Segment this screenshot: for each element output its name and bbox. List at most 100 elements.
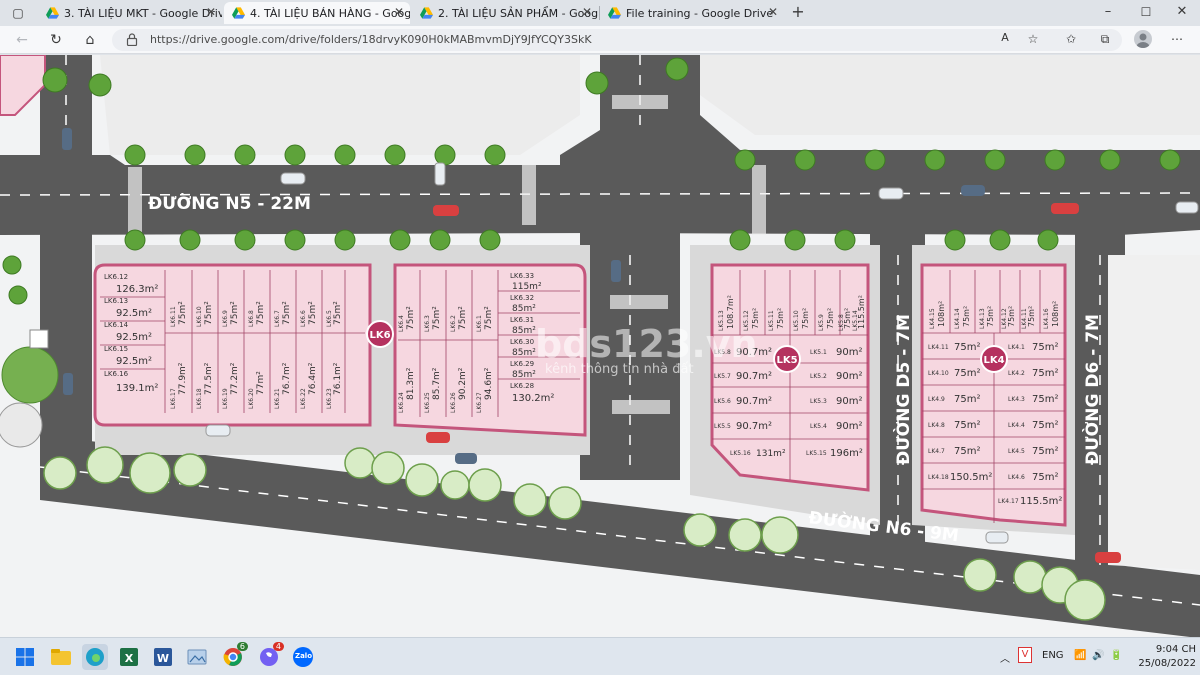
svg-text:LK4.7: LK4.7 xyxy=(928,448,945,455)
close-tab-icon[interactable]: ✕ xyxy=(206,5,216,19)
close-window-button[interactable]: ✕ xyxy=(1172,2,1192,22)
svg-text:LK6.23: LK6.23 xyxy=(326,388,333,409)
svg-text:LK5.6: LK5.6 xyxy=(714,398,731,405)
svg-text:LK6.3: LK6.3 xyxy=(424,315,431,332)
svg-text:LK6.14: LK6.14 xyxy=(104,321,129,329)
svg-text:75m²: 75m² xyxy=(801,308,810,329)
svg-text:LK4.12: LK4.12 xyxy=(1001,308,1008,329)
close-tab-icon[interactable]: ✕ xyxy=(768,5,778,19)
battery-icon[interactable]: 🔋 xyxy=(1110,650,1122,661)
badge-lk5: LK5 xyxy=(776,355,797,366)
word-icon[interactable]: W xyxy=(150,644,176,670)
svg-text:75m²: 75m² xyxy=(1032,446,1058,457)
svg-text:75m²: 75m² xyxy=(1032,472,1058,483)
avatar[interactable] xyxy=(1134,30,1152,48)
clock-time: 9:04 CH xyxy=(1155,644,1196,655)
windows-start-icon[interactable] xyxy=(12,644,38,670)
svg-text:LK6.33: LK6.33 xyxy=(510,272,534,280)
road-label-d5: ĐƯỜNG D5 - 7M xyxy=(892,314,914,465)
read-aloud-icon[interactable]: A xyxy=(996,29,1014,47)
more-menu-icon[interactable]: ⋯ xyxy=(1168,30,1186,48)
svg-text:W: W xyxy=(157,652,169,665)
maximize-button[interactable]: ☐ xyxy=(1136,2,1156,22)
svg-text:LK6.26: LK6.26 xyxy=(450,392,457,413)
minimize-button[interactable]: – xyxy=(1098,2,1118,22)
refresh-icon[interactable]: ↻ xyxy=(46,30,66,50)
svg-text:77m²: 77m² xyxy=(256,371,266,395)
svg-text:131m²: 131m² xyxy=(756,449,786,459)
favorite-star-icon[interactable]: ☆ xyxy=(1024,30,1042,48)
clock-date: 25/08/2022 xyxy=(1138,658,1196,669)
svg-text:X: X xyxy=(125,652,134,665)
svg-text:90.2m²: 90.2m² xyxy=(458,367,468,400)
file-explorer-icon[interactable] xyxy=(48,644,74,670)
svg-text:LK4.11: LK4.11 xyxy=(928,344,949,351)
svg-text:75m²: 75m² xyxy=(333,301,343,325)
svg-text:LK5.2: LK5.2 xyxy=(810,373,827,380)
favorites-icon[interactable]: ✩ xyxy=(1062,30,1080,48)
zalo-icon[interactable]: Zalo xyxy=(290,644,316,670)
tab-file-training[interactable]: File training - Google Drive ✕ xyxy=(600,2,784,24)
tab-actions-icon[interactable]: ▢ xyxy=(8,3,28,23)
svg-text:LK6.13: LK6.13 xyxy=(104,297,128,305)
road-label-d6: ĐƯỜNG D6 - 7M xyxy=(1081,314,1103,465)
svg-text:75m²: 75m² xyxy=(954,446,980,457)
home-icon[interactable]: ⌂ xyxy=(80,30,100,50)
svg-text:126.3m²: 126.3m² xyxy=(116,284,158,295)
svg-text:LK6.17: LK6.17 xyxy=(170,388,177,409)
wifi-icon[interactable]: 📶 xyxy=(1074,650,1086,661)
chevron-up-icon[interactable]: ︿ xyxy=(1000,650,1010,665)
back-arrow-icon[interactable]: ← xyxy=(12,30,32,50)
google-drive-icon xyxy=(608,7,621,19)
svg-text:LK6.7: LK6.7 xyxy=(274,310,281,327)
close-tab-icon[interactable]: ✕ xyxy=(394,5,404,19)
svg-text:LK4.10: LK4.10 xyxy=(928,370,949,377)
google-drive-icon xyxy=(46,7,59,19)
unikey-icon[interactable]: V xyxy=(1018,647,1032,663)
svg-text:LK5.14: LK5.14 xyxy=(852,310,859,331)
svg-text:85.7m²: 85.7m² xyxy=(432,367,442,400)
svg-text:LK4.16: LK4.16 xyxy=(1043,308,1050,329)
svg-text:75m²: 75m² xyxy=(1007,306,1016,327)
new-tab-button[interactable]: + xyxy=(788,2,808,22)
svg-text:92.5m²: 92.5m² xyxy=(116,356,152,367)
svg-text:90m²: 90m² xyxy=(836,396,862,407)
excel-icon[interactable]: X xyxy=(116,644,142,670)
edge-browser-icon[interactable] xyxy=(82,644,108,670)
site-plan-svg: LK6 LK5 LK4 ĐƯỜNG N5 - 22M ĐƯỜNG N6 - 9M… xyxy=(0,55,1200,637)
tab-tai-lieu-ban-hang[interactable]: 4. TÀI LIỆU BÁN HÀNG - Google ✕ xyxy=(224,2,410,24)
speaker-icon[interactable]: 🔊 xyxy=(1092,650,1104,661)
svg-text:75m²: 75m² xyxy=(406,306,416,330)
svg-text:LK4.8: LK4.8 xyxy=(928,422,945,429)
svg-text:92.5m²: 92.5m² xyxy=(116,332,152,343)
svg-text:LK5.1: LK5.1 xyxy=(810,349,827,356)
svg-text:85m²: 85m² xyxy=(512,370,536,380)
tab-label: 3. TÀI LIỆU MKT - Google Drive xyxy=(64,6,222,20)
svg-text:75m²: 75m² xyxy=(986,306,995,327)
svg-text:LK6.10: LK6.10 xyxy=(196,306,203,327)
svg-text:196m²: 196m² xyxy=(830,448,863,459)
url-text: https://drive.google.com/drive/folders/1… xyxy=(150,33,592,46)
viber-icon[interactable]: 4 xyxy=(256,642,284,670)
svg-text:LK4.9: LK4.9 xyxy=(928,396,945,403)
svg-text:LK6.24: LK6.24 xyxy=(398,392,405,413)
photos-icon[interactable] xyxy=(184,644,210,670)
svg-text:85m²: 85m² xyxy=(512,326,536,336)
chrome-icon[interactable]: 6 xyxy=(220,642,248,670)
site-plan-image: LK6 LK5 LK4 ĐƯỜNG N5 - 22M ĐƯỜNG N6 - 9M… xyxy=(0,55,1200,637)
language-indicator[interactable]: ENG xyxy=(1042,650,1064,661)
zalo-label: Zalo xyxy=(295,652,313,660)
svg-text:90m²: 90m² xyxy=(836,371,862,382)
tab-tai-lieu-san-pham[interactable]: 2. TÀI LIỆU SẢN PHẨM - Google ✕ xyxy=(412,2,598,24)
svg-text:LK6.1: LK6.1 xyxy=(476,315,483,332)
clock[interactable]: 9:04 CH 25/08/2022 xyxy=(1130,643,1196,671)
svg-text:LK6.16: LK6.16 xyxy=(104,370,129,378)
svg-text:LK6.30: LK6.30 xyxy=(510,338,534,346)
svg-text:LK4.6: LK4.6 xyxy=(1008,474,1025,481)
close-tab-icon[interactable]: ✕ xyxy=(582,5,592,19)
tab-tai-lieu-mkt[interactable]: 3. TÀI LIỆU MKT - Google Drive ✕ xyxy=(38,2,222,24)
address-bar[interactable]: https://drive.google.com/drive/folders/1… xyxy=(112,29,1122,51)
svg-text:LK6.27: LK6.27 xyxy=(476,392,483,413)
taskbar: X W 6 4 Zalo ︿ V ENG 📶 🔊 🔋 9:04 CH 25/08… xyxy=(0,637,1200,675)
collections-icon[interactable]: ⧉ xyxy=(1096,30,1114,48)
